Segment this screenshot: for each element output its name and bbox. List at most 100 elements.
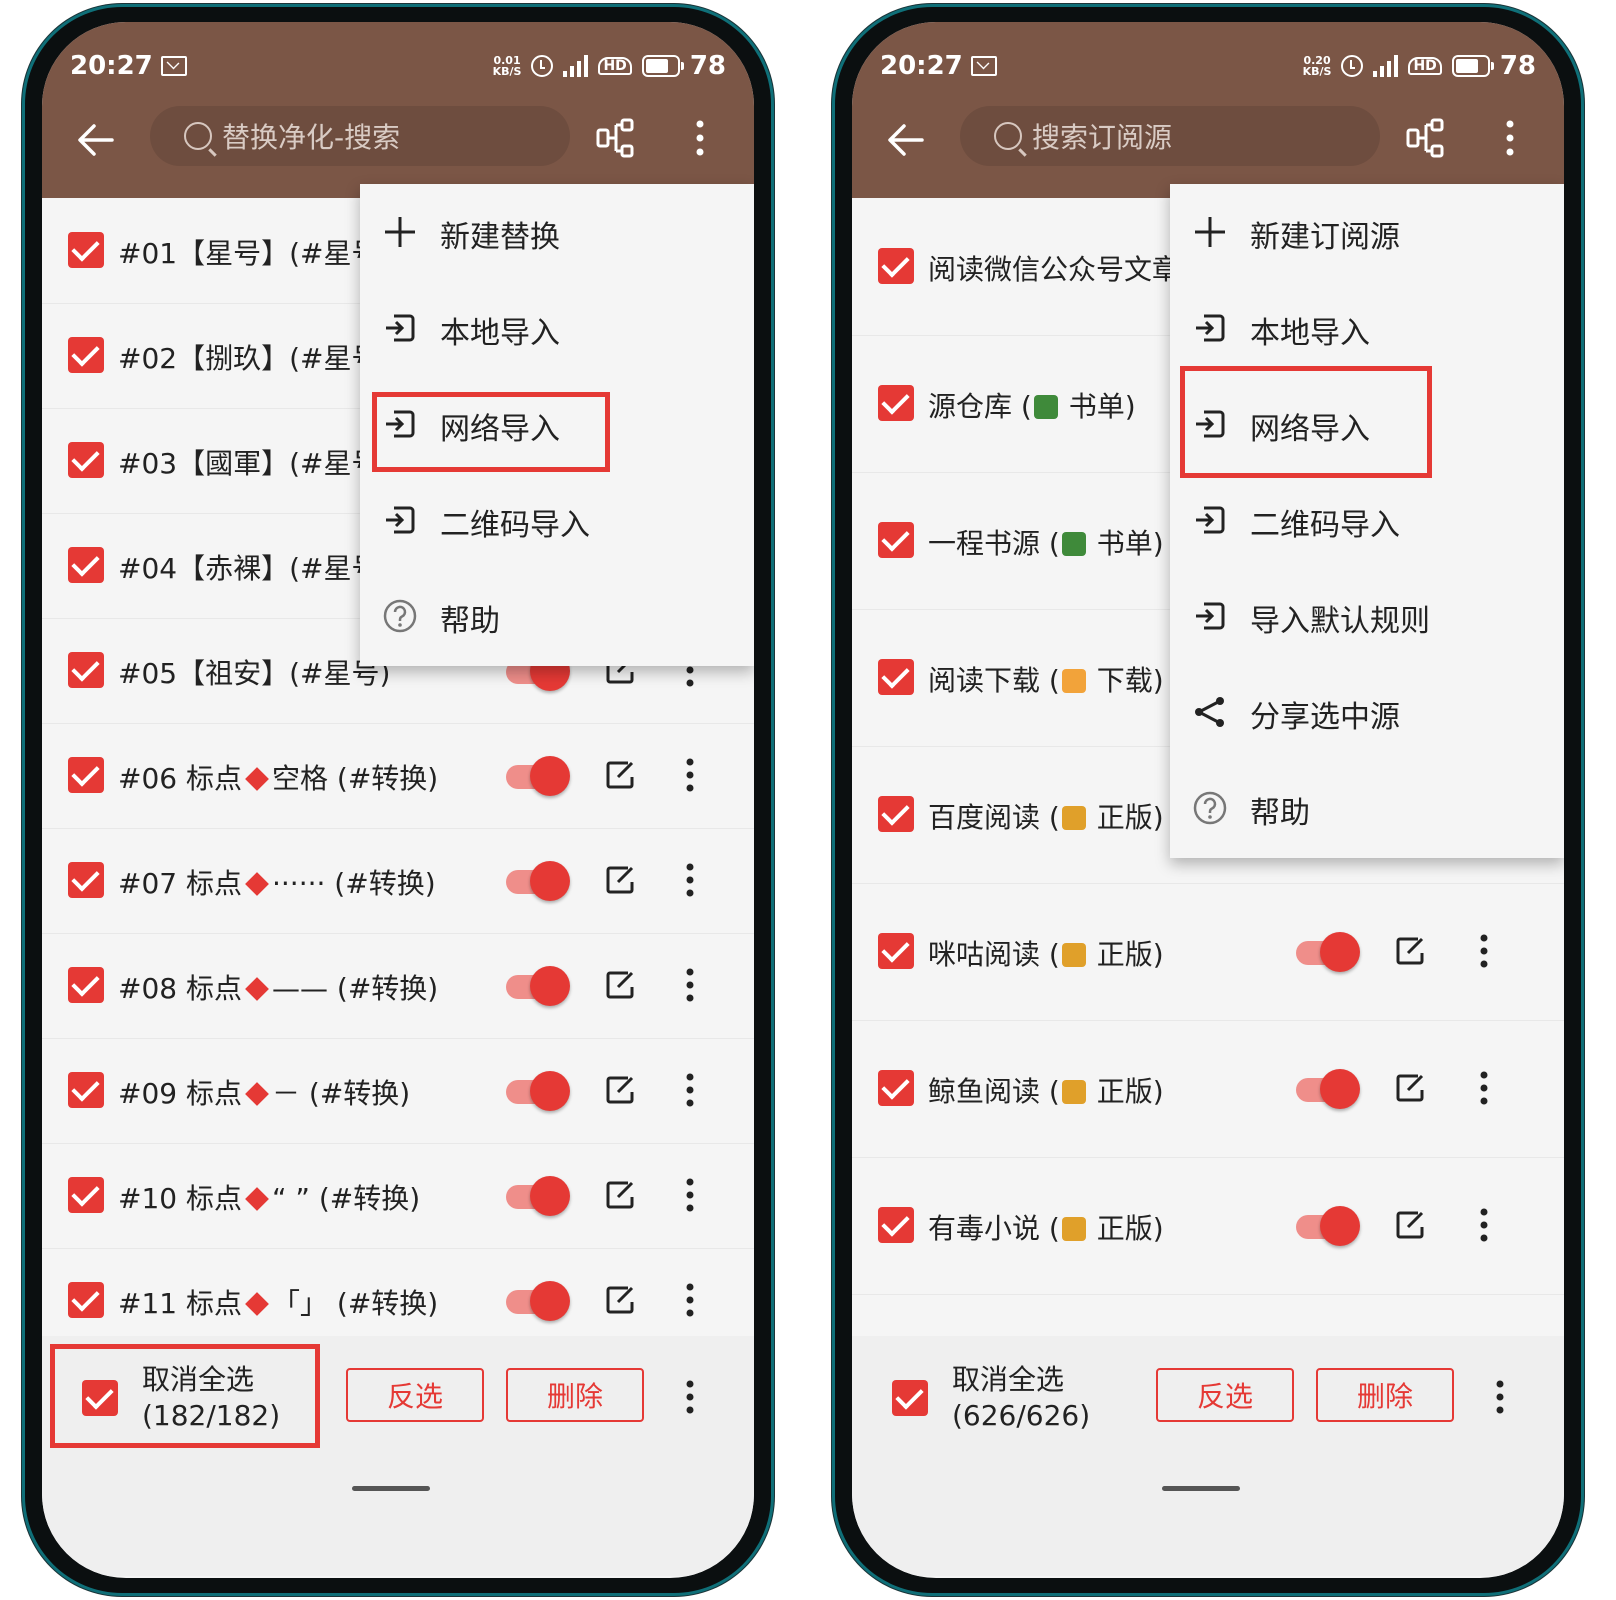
menu-item[interactable]: 帮助 [360,568,754,664]
edit-icon[interactable] [604,969,636,1001]
back-arrow-icon[interactable] [76,120,116,160]
list-item[interactable]: 咪咕阅读 ( 正版) [852,883,1564,1021]
battery-level: 78 [689,51,726,81]
invert-selection-button[interactable]: 反选 [346,1368,484,1422]
bottom-more-icon[interactable] [1496,1380,1504,1414]
menu-item[interactable]: 分享选中源 [1170,664,1564,760]
delete-button[interactable]: 删除 [1316,1368,1454,1422]
list-item[interactable]: #06 标点 空格 (#转换) [42,723,754,829]
menu-item[interactable]: 帮助 [1170,760,1564,856]
overflow-menu: 新建替换 本地导入 网络导入 二维码导入 帮助 [360,184,754,666]
item-checkbox[interactable] [68,862,104,898]
edit-icon[interactable] [604,864,636,896]
edit-icon[interactable] [604,1284,636,1316]
item-checkbox[interactable] [878,248,914,284]
item-checkbox[interactable] [878,522,914,558]
overflow-menu-icon[interactable] [696,120,704,156]
enable-toggle[interactable] [506,861,570,901]
edit-icon[interactable] [1394,1072,1426,1104]
item-checkbox[interactable] [68,967,104,1003]
menu-item[interactable]: 二维码导入 [1170,472,1564,568]
menu-item[interactable]: 二维码导入 [360,472,754,568]
red-diamond-icon [245,977,269,1001]
enable-toggle[interactable] [506,1176,570,1216]
item-checkbox[interactable] [878,1070,914,1106]
red-diamond-icon [245,1187,269,1211]
bottom-more-icon[interactable] [686,1380,694,1414]
edit-icon[interactable] [1394,1209,1426,1241]
item-more-icon[interactable] [686,1283,694,1317]
delete-button[interactable]: 删除 [506,1368,644,1422]
item-checkbox[interactable] [68,442,104,478]
menu-item[interactable]: 新建替换 [360,184,754,280]
alarm-icon [1341,55,1364,77]
item-checkbox[interactable] [68,757,104,793]
battery-icon [641,55,684,77]
share-icon [1195,697,1224,727]
group-tree-icon[interactable] [596,116,636,160]
overflow-menu-icon[interactable] [1506,120,1514,156]
item-checkbox[interactable] [68,547,104,583]
select-all-label[interactable]: 取消全选 (626/626) [952,1362,1090,1434]
list-item[interactable]: #08 标点 —— (#转换) [42,933,754,1039]
category-emoji-icon [1061,1217,1086,1241]
import-icon [1196,314,1225,342]
home-indicator[interactable] [1162,1486,1240,1491]
menu-item[interactable]: 本地导入 [1170,280,1564,376]
hd-icon: HD [598,57,632,75]
hd-icon: HD [1408,57,1442,75]
highlight-box-network-import [1180,366,1432,478]
enable-toggle[interactable] [506,1071,570,1111]
edit-icon[interactable] [604,759,636,791]
item-more-icon[interactable] [1480,1208,1488,1242]
list-item[interactable]: 鲸鱼阅读 ( 正版) [852,1020,1564,1158]
item-checkbox[interactable] [68,1282,104,1318]
list-item[interactable]: #07 标点 ······ (#转换) [42,828,754,934]
invert-selection-button[interactable]: 反选 [1156,1368,1294,1422]
menu-item[interactable]: 导入默认规则 [1170,568,1564,664]
edit-icon[interactable] [604,1179,636,1211]
home-indicator[interactable] [352,1486,430,1491]
back-arrow-icon[interactable] [886,120,926,160]
item-checkbox[interactable] [878,1207,914,1243]
category-emoji-icon [1061,806,1086,830]
item-checkbox[interactable] [68,1072,104,1108]
item-checkbox[interactable] [68,337,104,373]
item-more-icon[interactable] [1480,934,1488,968]
item-checkbox[interactable] [68,1177,104,1213]
list-item[interactable]: #09 标点－ (#转换) [42,1038,754,1144]
item-more-icon[interactable] [686,1178,694,1212]
enable-toggle[interactable] [506,966,570,1006]
list-item[interactable]: #10 标点 “ ” (#转换) [42,1143,754,1249]
menu-item[interactable]: 本地导入 [360,280,754,376]
enable-toggle[interactable] [1296,1069,1360,1109]
item-checkbox[interactable] [878,385,914,421]
item-more-icon[interactable] [686,968,694,1002]
item-checkbox[interactable] [68,232,104,268]
enable-toggle[interactable] [506,756,570,796]
enable-toggle[interactable] [1296,932,1360,972]
item-more-icon[interactable] [686,863,694,897]
item-more-icon[interactable] [1480,1071,1488,1105]
item-checkbox[interactable] [878,659,914,695]
edit-icon[interactable] [1394,935,1426,967]
item-checkbox[interactable] [878,933,914,969]
help-icon [383,599,417,633]
select-all-checkbox[interactable] [892,1380,928,1416]
search-placeholder: 替换净化-搜索 [222,121,401,154]
list-item[interactable]: 有毒小说 ( 正版) [852,1157,1564,1295]
group-tree-icon[interactable] [1406,116,1446,160]
item-more-icon[interactable] [686,1073,694,1107]
enable-toggle[interactable] [506,1281,570,1321]
search-input[interactable]: 搜索订阅源 [960,106,1380,166]
red-diamond-icon [245,767,269,791]
menu-item[interactable]: 新建订阅源 [1170,184,1564,280]
battery-level: 78 [1499,51,1536,81]
item-checkbox[interactable] [878,796,914,832]
enable-toggle[interactable] [1296,1206,1360,1246]
selection-count: (626/626) [952,1399,1091,1432]
item-checkbox[interactable] [68,652,104,688]
edit-icon[interactable] [604,1074,636,1106]
search-input[interactable]: 替换净化-搜索 [150,106,570,166]
item-more-icon[interactable] [686,758,694,792]
